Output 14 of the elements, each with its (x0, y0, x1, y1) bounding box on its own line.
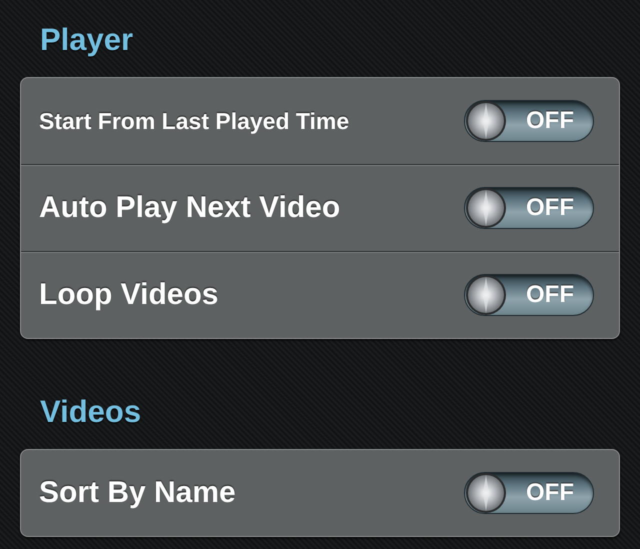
knob-icon (465, 274, 507, 316)
knob-icon (465, 472, 507, 514)
knob-icon (465, 100, 507, 142)
setting-label: Sort By Name (39, 476, 236, 510)
toggle-switch[interactable]: OFF (464, 472, 594, 514)
setting-label: Loop Videos (39, 278, 218, 312)
toggle-switch[interactable]: OFF (464, 100, 594, 142)
toggle-switch[interactable]: OFF (464, 274, 594, 316)
toggle-switch[interactable]: OFF (464, 187, 594, 229)
knob-icon (465, 187, 507, 229)
setting-label: Auto Play Next Video (39, 191, 340, 225)
section-title: Videos (39, 394, 142, 430)
setting-label: Start From Last Played Time (39, 108, 350, 134)
section-title: Player (39, 22, 134, 58)
